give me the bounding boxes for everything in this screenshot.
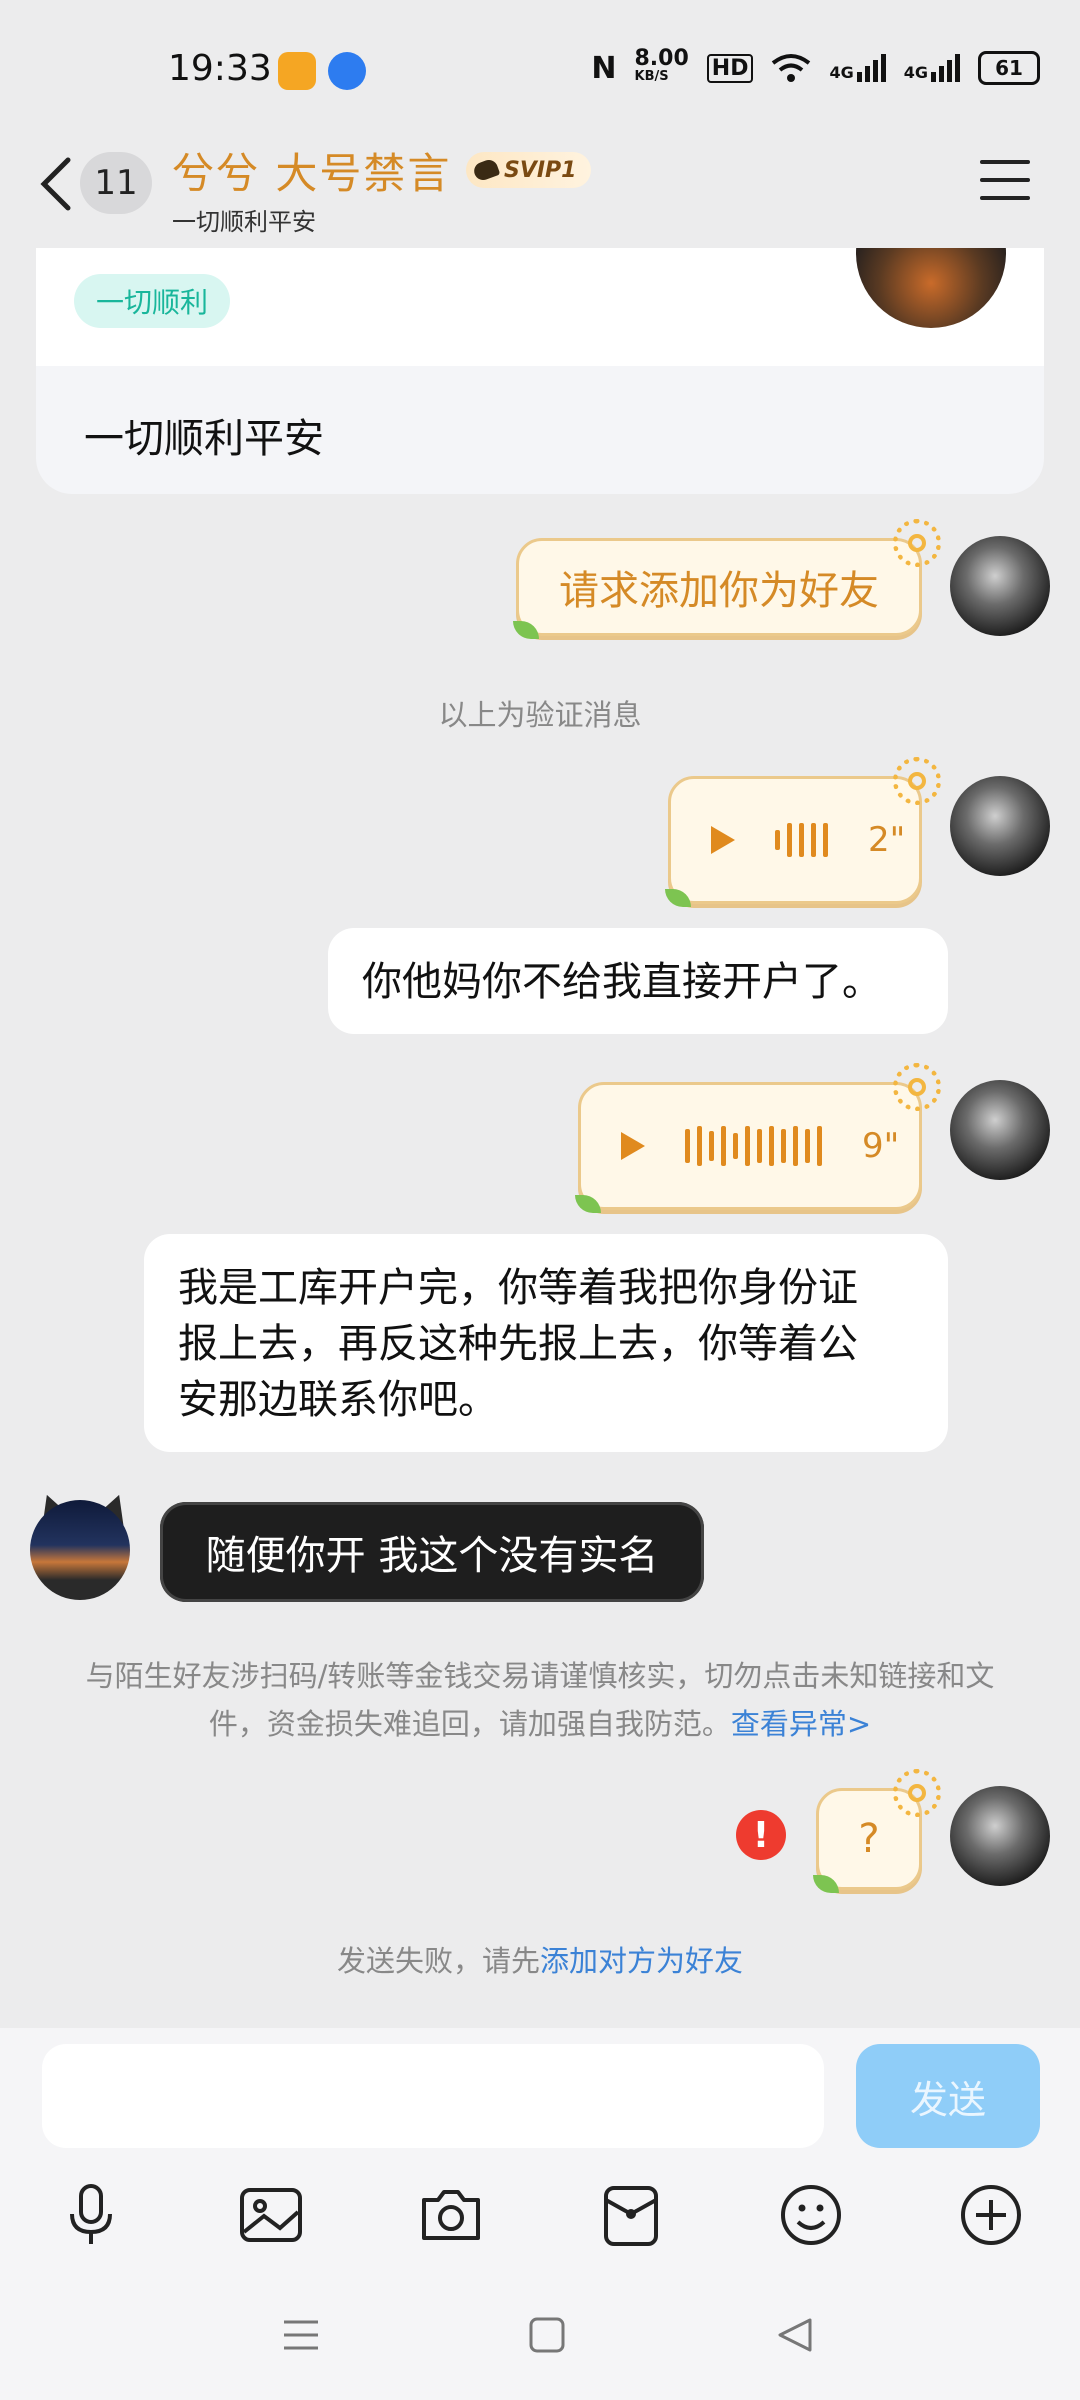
status-time: 19:33 — [168, 48, 272, 89]
message-input[interactable] — [42, 2044, 824, 2148]
nav-menu-icon[interactable] — [282, 2316, 320, 2354]
video-app-icon — [278, 52, 316, 90]
nfc-icon: N — [591, 50, 617, 86]
verify-notice: 以上为验证消息 — [438, 698, 642, 732]
profile-card[interactable]: 一切顺利 一切顺利平安 — [36, 248, 1044, 494]
my-avatar[interactable] — [950, 536, 1050, 636]
voice-message-2[interactable]: 9" — [575, 1063, 941, 1213]
voice-wave-icon — [685, 1126, 822, 1166]
mic-icon[interactable] — [56, 2180, 126, 2250]
error-icon[interactable]: ! — [736, 1810, 786, 1860]
profile-tag: 一切顺利 — [74, 274, 231, 328]
sun-decoration-icon — [893, 757, 941, 805]
play-icon[interactable] — [621, 1132, 645, 1160]
sun-decoration-icon — [893, 1769, 941, 1817]
my-avatar[interactable] — [950, 1786, 1050, 1886]
leaf-decoration-icon — [813, 1875, 839, 1893]
menu-icon[interactable] — [980, 160, 1030, 200]
camera-icon[interactable] — [416, 2180, 486, 2250]
voice-wave-icon — [775, 823, 828, 857]
view-exception-link[interactable]: 查看异常> — [731, 1707, 871, 1741]
contact-avatar[interactable] — [30, 1500, 130, 1600]
leaf-decoration-icon — [513, 621, 539, 639]
signal-2: 4G — [904, 54, 960, 82]
network-speed: 8.00 KB/S — [634, 46, 689, 85]
leaf-decoration-icon — [575, 1195, 601, 1213]
unread-count-badge[interactable]: 11 — [80, 152, 152, 214]
play-icon[interactable] — [711, 826, 735, 854]
add-friend-link[interactable]: 添加对方为好友 — [540, 1944, 743, 1978]
svip-icon — [471, 157, 501, 183]
text-message-1[interactable]: 你他妈你不给我直接开户了。 — [328, 928, 948, 1034]
send-failed-notice: 发送失败，请先添加对方为好友 — [336, 1944, 744, 1978]
hd-icon: HD — [706, 53, 754, 83]
failed-message[interactable]: ? — [813, 1769, 941, 1893]
wifi-icon — [772, 54, 811, 82]
my-avatar[interactable] — [950, 776, 1050, 876]
security-warning: 与陌生好友涉扫码/转账等金钱交易请谨慎核实，切勿点击未知链接和文 件，资金损失难… — [85, 1659, 995, 1741]
voice-message-1[interactable]: 2" — [665, 757, 941, 907]
contact-name[interactable]: 兮兮 大号禁言 — [172, 140, 451, 201]
contact-signature: 一切顺利平安 — [172, 208, 316, 236]
friend-request-bubble[interactable]: 请求添加你为好友 — [513, 519, 941, 639]
svip-badge: SVIP1 — [466, 152, 591, 188]
plus-icon[interactable] — [956, 2180, 1026, 2250]
image-icon[interactable] — [236, 2180, 306, 2250]
status-icons: N 8.00 KB/S HD 4G 4G 61 — [591, 46, 1040, 86]
my-avatar[interactable] — [950, 1080, 1050, 1180]
wallet-icon[interactable] — [596, 2180, 666, 2250]
browser-app-icon — [328, 52, 366, 90]
emoji-icon[interactable] — [776, 2180, 846, 2250]
back-icon[interactable] — [36, 156, 76, 212]
text-message-2[interactable]: 我是工库开户完，你等着我把你身份证 报上去，再反这种先报上去，你等着公 安那边联… — [144, 1234, 948, 1452]
sun-decoration-icon — [893, 519, 941, 567]
nav-back-icon[interactable] — [776, 2316, 814, 2354]
leaf-decoration-icon — [665, 889, 691, 907]
reply-message[interactable]: 随便你开 我这个没有实名 — [160, 1502, 704, 1602]
send-button[interactable]: 发送 — [856, 2044, 1040, 2148]
profile-signature: 一切顺利平安 — [84, 416, 324, 462]
sun-decoration-icon — [893, 1063, 941, 1111]
nav-home-icon[interactable] — [528, 2316, 566, 2354]
signal-1: 4G — [829, 54, 886, 82]
battery-icon: 61 — [978, 51, 1040, 85]
